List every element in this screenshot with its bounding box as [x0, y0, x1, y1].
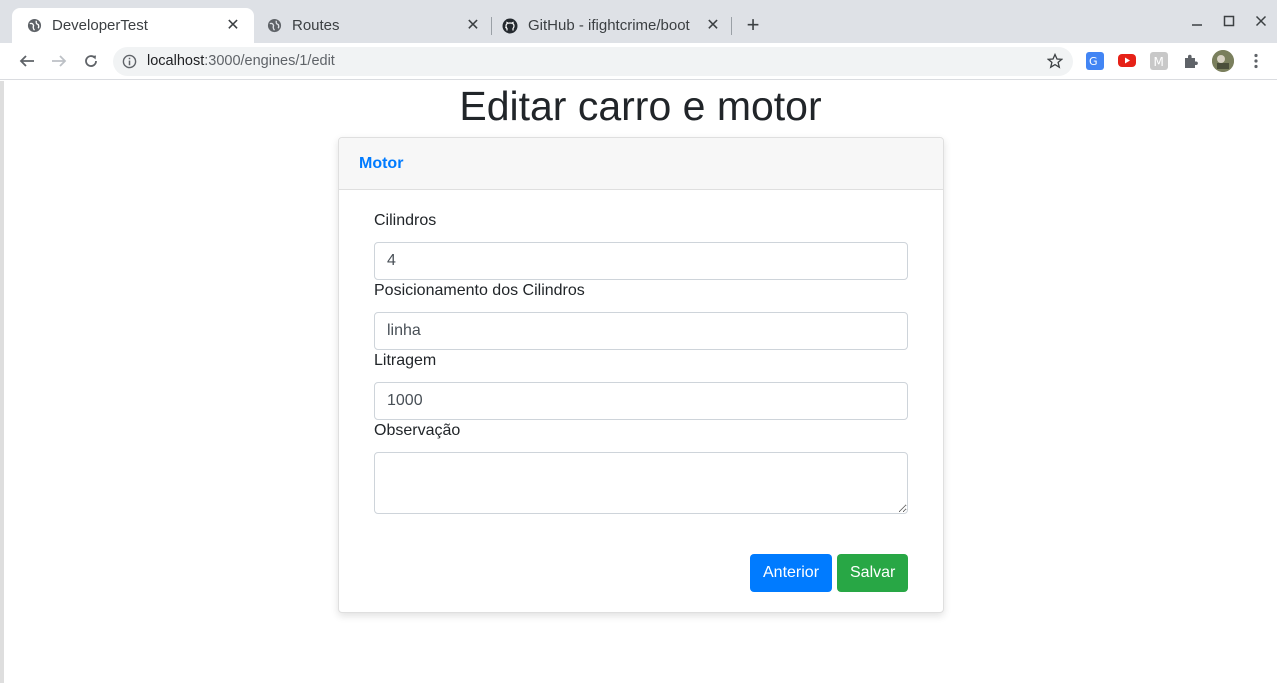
tab-title: GitHub - ifightcrime/boot — [528, 17, 690, 34]
maximize-icon[interactable] — [1219, 12, 1239, 32]
address-bar[interactable]: localhost:3000/engines/1/edit — [113, 47, 1073, 76]
motor-card: Motor Cilindros Posicionamento dos Cilin… — [338, 137, 944, 613]
puzzle-extensions-icon[interactable] — [1182, 52, 1200, 70]
forward-icon[interactable] — [47, 49, 71, 73]
svg-text:M: M — [1154, 55, 1164, 69]
minimize-icon[interactable] — [1187, 12, 1207, 32]
close-tab-icon[interactable]: ✕ — [224, 17, 242, 35]
browser-toolbar: localhost:3000/engines/1/edit G M — [0, 43, 1277, 80]
card-header-title: Motor — [359, 155, 404, 172]
observacao-label: Observação — [374, 422, 461, 439]
tab-separator — [731, 17, 732, 35]
svg-text:G: G — [1089, 55, 1098, 68]
back-icon[interactable] — [15, 49, 39, 73]
observacao-textarea[interactable] — [374, 452, 908, 514]
url-path: :3000/engines/1/edit — [204, 53, 335, 69]
litragem-input[interactable] — [374, 382, 908, 420]
posicionamento-label: Posicionamento dos Cilindros — [374, 282, 585, 299]
tab-developertest[interactable]: DeveloperTest ✕ — [12, 8, 254, 43]
page-content: Editar carro e motor Motor Cilindros Pos… — [4, 81, 1277, 683]
tab-title: Routes — [292, 17, 340, 34]
url-host: localhost — [147, 53, 205, 69]
tab-github[interactable]: GitHub - ifightcrime/boot ✕ — [492, 8, 730, 43]
github-icon — [502, 18, 518, 34]
cilindros-label: Cilindros — [374, 212, 437, 229]
tab-routes[interactable]: Routes ✕ — [254, 8, 490, 43]
close-window-icon[interactable] — [1251, 12, 1271, 32]
translate-extension-icon[interactable]: G — [1086, 52, 1104, 70]
cilindros-input[interactable] — [374, 242, 908, 280]
globe-icon — [26, 18, 42, 34]
new-tab-icon[interactable]: + — [742, 14, 764, 36]
close-tab-icon[interactable]: ✕ — [704, 17, 722, 35]
close-tab-icon[interactable]: ✕ — [464, 17, 482, 35]
anterior-button[interactable]: Anterior — [750, 554, 832, 592]
m-extension-icon[interactable]: M — [1150, 52, 1168, 70]
tab-title: DeveloperTest — [52, 17, 148, 34]
globe-icon — [266, 18, 282, 34]
tab-strip: DeveloperTest ✕ Routes ✕ GitHub - ifight… — [0, 0, 1277, 43]
url-text: localhost:3000/engines/1/edit — [147, 53, 335, 69]
info-icon[interactable] — [122, 54, 137, 69]
salvar-button[interactable]: Salvar — [837, 554, 908, 592]
avatar[interactable] — [1212, 50, 1234, 72]
youtube-extension-icon[interactable] — [1118, 54, 1136, 67]
page-title: Editar carro e motor — [459, 83, 822, 129]
reload-icon[interactable] — [79, 49, 103, 73]
posicionamento-input[interactable] — [374, 312, 908, 350]
litragem-label: Litragem — [374, 352, 437, 369]
bookmark-star-icon[interactable] — [1046, 52, 1064, 69]
card-header: Motor — [339, 138, 943, 190]
menu-dots-icon[interactable] — [1247, 52, 1265, 70]
